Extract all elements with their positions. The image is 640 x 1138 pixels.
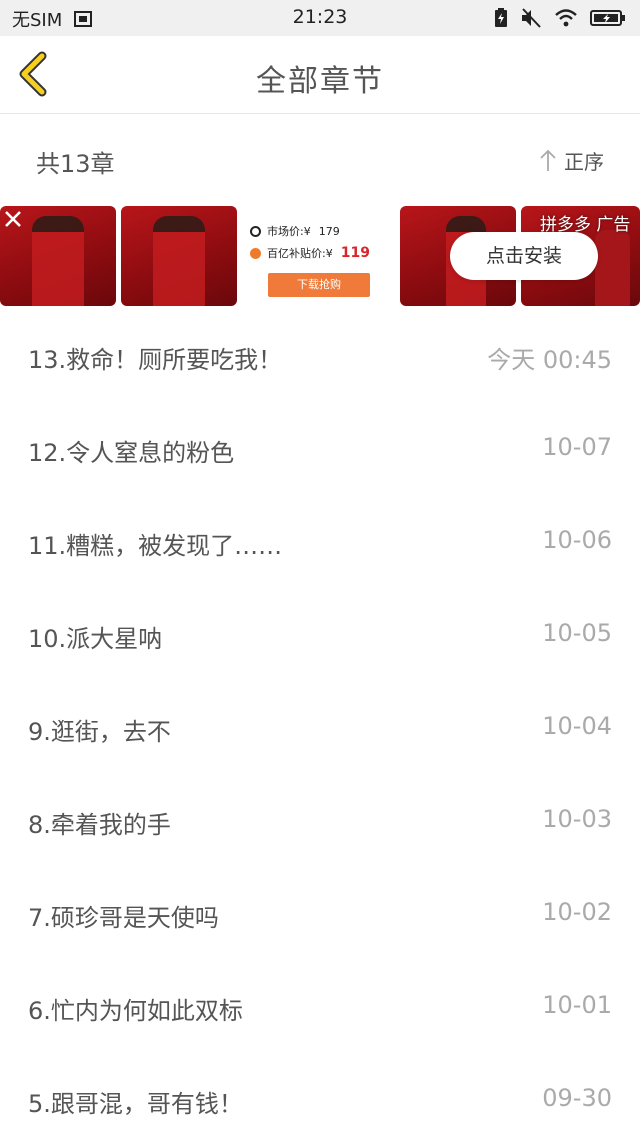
buy-button[interactable]: 下载抢购 [268, 273, 370, 297]
chapter-date: 10-07 [542, 433, 612, 461]
radio-icon [250, 225, 261, 237]
close-icon[interactable] [4, 210, 22, 228]
chapter-count: 共13章 [36, 150, 115, 178]
chapter-item[interactable]: 6.忙内为何如此双标 10-01 [0, 961, 640, 1054]
chapter-item[interactable]: 9.逛街，去不 10-04 [0, 682, 640, 775]
battery-charge-icon [495, 8, 507, 27]
chapter-title: 12.令人窒息的粉色 [28, 439, 235, 467]
check-icon [250, 247, 261, 259]
chapter-date: 10-05 [542, 619, 612, 647]
page-title: 全部章节 [256, 64, 384, 99]
chapter-title: 7.硕珍哥是天使吗 [28, 904, 219, 932]
chapter-item[interactable]: 13.救命！厕所要吃我！ 今天 00:45 [0, 310, 640, 403]
chapter-item[interactable]: 7.硕珍哥是天使吗 10-02 [0, 868, 640, 961]
sort-label: 正序 [564, 150, 604, 174]
chapter-title: 5.跟哥混，哥有钱！ [28, 1090, 243, 1118]
subsidy-price-row: 百亿补贴价:¥ 119 [250, 242, 390, 264]
chapter-item[interactable]: 8.牵着我的手 10-03 [0, 775, 640, 868]
install-button[interactable]: 点击安装 [450, 232, 598, 280]
market-price-label: 市场价:¥ [267, 225, 311, 238]
chapter-title: 11.糟糕，被发现了…… [28, 532, 283, 560]
battery-icon [590, 10, 625, 26]
chapter-item[interactable]: 11.糟糕，被发现了…… 10-06 [0, 496, 640, 589]
subsidy-price-label: 百亿补贴价:¥ [267, 247, 333, 260]
chapter-item[interactable]: 10.派大星呐 10-05 [0, 589, 640, 682]
sort-button[interactable]: 正序 [538, 146, 604, 175]
chapter-date: 09-30 [542, 1084, 612, 1112]
chapter-date: 今天 00:45 [487, 346, 612, 374]
chapter-date: 10-03 [542, 805, 612, 833]
chapter-date: 10-01 [542, 991, 612, 1019]
chapter-date: 10-04 [542, 712, 612, 740]
chapter-title: 8.牵着我的手 [28, 811, 171, 839]
status-right [494, 8, 626, 28]
subsidy-price-value: 119 [340, 245, 370, 261]
market-price-row: 市场价:¥ 179 [250, 220, 390, 242]
chapter-item[interactable]: 12.令人窒息的粉色 10-07 [0, 403, 640, 496]
chapter-title: 13.救命！厕所要吃我！ [28, 346, 283, 374]
chapter-item[interactable]: 5.跟哥混，哥有钱！ 09-30 [0, 1054, 640, 1138]
status-bar: 无SIM 21:23 [0, 0, 640, 36]
chapter-summary: 共13章 正序 [0, 114, 640, 206]
chapter-title: 9.逛街，去不 [28, 718, 171, 746]
header-bar: 全部章节 [0, 36, 640, 114]
arrow-up-icon [540, 149, 556, 171]
chapter-date: 10-02 [542, 898, 612, 926]
chapter-title: 10.派大星呐 [28, 625, 163, 653]
chapter-date: 10-06 [542, 526, 612, 554]
wifi-icon [555, 9, 577, 27]
chapter-title: 6.忙内为何如此双标 [28, 997, 243, 1025]
ad-product-image[interactable] [121, 206, 237, 306]
market-price-value: 179 [318, 224, 340, 238]
mute-icon [522, 8, 541, 28]
ad-price-block: 市场价:¥ 179 百亿补贴价:¥ 119 [250, 220, 390, 264]
chapter-list: 13.救命！厕所要吃我！ 今天 00:45 12.令人窒息的粉色 10-07 1… [0, 310, 640, 1138]
